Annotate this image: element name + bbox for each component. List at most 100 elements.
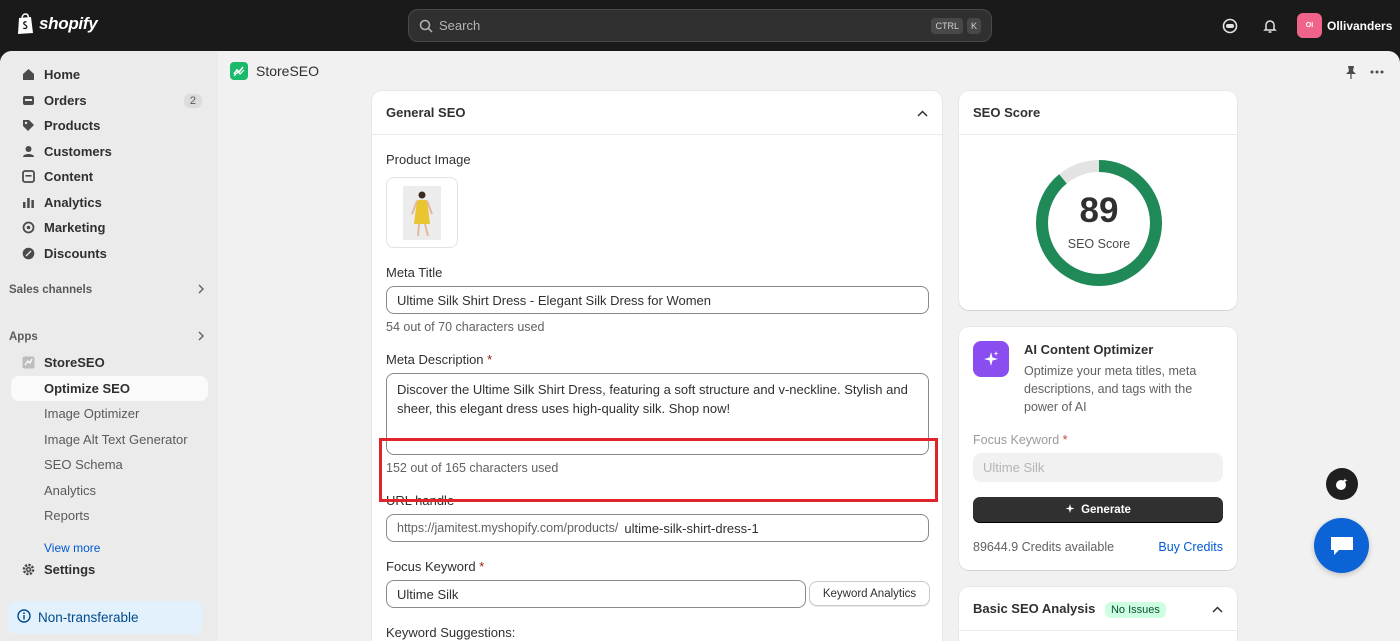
view-more-link[interactable]: View more: [11, 537, 208, 555]
sidebar-item-label: StoreSEO: [44, 355, 105, 370]
sidebar-sub-alt-text-generator[interactable]: Image Alt Text Generator: [11, 427, 208, 452]
more-options-icon[interactable]: [1369, 64, 1385, 80]
sidebar-sub-optimize-seo[interactable]: Optimize SEO: [11, 376, 208, 401]
focus-keyword-label-text: Focus Keyword: [386, 559, 476, 574]
sidebar-item-discounts[interactable]: Discounts: [11, 241, 208, 266]
sidebar-item-home[interactable]: Home: [11, 62, 208, 87]
notification-bell-icon[interactable]: [1260, 16, 1280, 36]
content-icon: [21, 170, 35, 184]
required-asterisk: *: [1062, 433, 1068, 447]
generate-button[interactable]: Generate: [973, 497, 1223, 523]
focus-keyword-label: Focus Keyword *: [386, 559, 484, 574]
store-avatar: OI: [1297, 13, 1322, 38]
sidebar-sub-label: SEO Schema: [44, 457, 123, 472]
assistant-bubble-icon[interactable]: [1326, 468, 1358, 500]
ai-focus-keyword-input[interactable]: Ultime Silk: [973, 453, 1223, 482]
search-icon: [419, 19, 433, 33]
sparkle-small-icon: [1065, 503, 1076, 517]
sidebar-item-label: Analytics: [44, 195, 102, 210]
shortcut-k: K: [966, 17, 981, 34]
orders-icon: [21, 94, 35, 108]
ai-optimizer-description: Optimize your meta titles, meta descript…: [1024, 364, 1197, 414]
basic-seo-analysis-title: Basic SEO Analysis: [973, 601, 1096, 616]
general-seo-title: General SEO: [386, 105, 466, 120]
person-icon: [21, 145, 35, 159]
sidebar-item-label: Orders: [44, 93, 87, 108]
home-icon: [21, 68, 35, 82]
view-more-label: View more: [44, 541, 101, 555]
sidebar-sub-image-optimizer[interactable]: Image Optimizer: [11, 401, 208, 426]
buy-credits-link[interactable]: Buy Credits: [1158, 540, 1223, 554]
sidebar-item-settings[interactable]: Settings: [11, 557, 208, 582]
non-transferable-label: Non-transferable: [38, 610, 139, 625]
sidebar-item-label: Home: [44, 67, 81, 82]
url-prefix: https://jamitest.myshopify.com/products/: [397, 521, 619, 535]
seo-score-title: SEO Score: [973, 105, 1041, 120]
discount-icon: [21, 247, 35, 261]
sidebar-sub-label: Image Optimizer: [44, 406, 140, 421]
app-title: StoreSEO: [256, 63, 320, 79]
url-handle-input[interactable]: https://jamitest.myshopify.com/products/…: [386, 514, 929, 542]
chat-support-button[interactable]: [1314, 518, 1369, 573]
sidebar-item-storeseo[interactable]: StoreSEO: [11, 350, 208, 375]
info-icon: [17, 609, 31, 626]
ai-optimizer-card: AI Content Optimizer Optimize your meta …: [959, 327, 1237, 570]
search-bar[interactable]: Search CTRL K: [408, 9, 992, 42]
store-name: Ollivanders: [1327, 18, 1393, 33]
chevron-up-icon[interactable]: [1212, 601, 1223, 616]
chat-icon: [1330, 536, 1353, 555]
ai-focus-keyword-placeholder: Ultime Silk: [983, 460, 1045, 475]
shortcut-ctrl: CTRL: [931, 17, 963, 34]
gear-icon: [21, 563, 35, 577]
admin-frame: Home Orders 2 Products Customers Content…: [0, 51, 1400, 641]
sidebar-item-content[interactable]: Content: [11, 164, 208, 189]
tag-icon: [21, 119, 35, 133]
sidebar-item-label: Settings: [44, 562, 96, 577]
sidebar-item-label: Products: [44, 118, 101, 133]
sidekick-icon[interactable]: [1220, 16, 1240, 36]
orders-count-badge: 2: [183, 93, 202, 108]
chevron-up-icon[interactable]: [917, 105, 928, 120]
seo-score-value: 89: [1079, 191, 1119, 230]
basic-seo-analysis-card: Basic SEO Analysis No Issues: [959, 587, 1237, 641]
sidebar-item-products[interactable]: Products: [11, 113, 208, 138]
target-icon: [21, 221, 35, 235]
no-issues-badge: No Issues: [1104, 602, 1166, 618]
meta-title-label: Meta Title: [386, 265, 443, 280]
non-transferable-banner[interactable]: Non-transferable: [8, 601, 202, 634]
sidebar-item-label: Customers: [44, 144, 112, 159]
general-seo-card: General SEO Product Image Meta Title Ult…: [372, 91, 942, 641]
url-handle-value: ultime-silk-shirt-dress-1: [624, 520, 759, 536]
sidebar: Home Orders 2 Products Customers Content…: [0, 51, 218, 641]
sidebar-sub-seo-schema[interactable]: SEO Schema: [11, 452, 208, 477]
top-bar: shopify Search CTRL K OI Ollivanders: [0, 0, 1400, 51]
sidebar-sub-reports[interactable]: Reports: [11, 503, 208, 528]
meta-title-char-count: 54 out of 70 characters used: [386, 320, 545, 334]
sidebar-item-customers[interactable]: Customers: [11, 139, 208, 164]
generate-label: Generate: [1081, 504, 1131, 516]
sales-channels-section[interactable]: Sales channels: [9, 284, 209, 297]
sidebar-item-analytics[interactable]: Analytics: [11, 190, 208, 215]
chevron-right-icon: [197, 284, 205, 297]
shopify-logo[interactable]: shopify: [16, 13, 98, 35]
basic-seo-analysis-header[interactable]: Basic SEO Analysis No Issues: [959, 587, 1237, 631]
apps-section[interactable]: Apps: [9, 331, 209, 344]
apps-label: Apps: [9, 331, 38, 343]
pin-icon[interactable]: [1343, 64, 1359, 80]
ai-optimizer-title: AI Content Optimizer: [1024, 342, 1154, 357]
seo-score-card: SEO Score 89 SEO Score: [959, 91, 1237, 310]
meta-title-value: Ultime Silk Shirt Dress - Elegant Silk D…: [397, 292, 712, 308]
product-image-thumbnail[interactable]: [386, 177, 458, 248]
store-menu[interactable]: OI Ollivanders: [1297, 13, 1392, 38]
sidebar-item-orders[interactable]: Orders 2: [11, 88, 208, 113]
keyword-analytics-button[interactable]: Keyword Analytics: [809, 581, 930, 606]
chevron-right-icon: [197, 331, 205, 344]
meta-description-label: Meta Description *: [386, 352, 492, 367]
storeseo-logo-icon: [230, 62, 248, 80]
meta-title-input[interactable]: Ultime Silk Shirt Dress - Elegant Silk D…: [386, 286, 929, 314]
general-seo-header[interactable]: General SEO: [372, 91, 942, 135]
focus-keyword-input[interactable]: Ultime Silk: [386, 580, 806, 608]
sidebar-item-marketing[interactable]: Marketing: [11, 215, 208, 240]
keyword-suggestions-label: Keyword Suggestions:: [386, 625, 516, 640]
sidebar-sub-analytics[interactable]: Analytics: [11, 478, 208, 503]
